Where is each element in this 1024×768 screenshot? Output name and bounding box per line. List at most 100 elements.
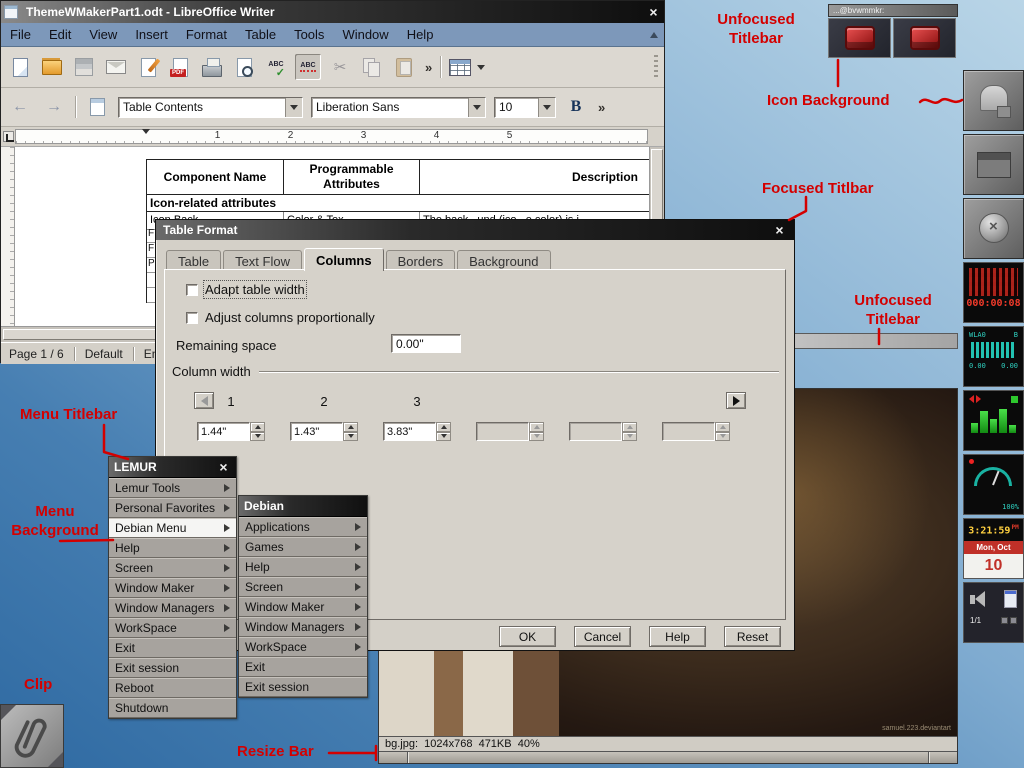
mini-window-titlebar[interactable]: ...@bvwmmkr: bbox=[828, 4, 958, 17]
save-icon[interactable] bbox=[71, 54, 97, 80]
mixer-buttons[interactable] bbox=[1001, 617, 1017, 624]
indent-marker[interactable] bbox=[142, 129, 150, 134]
spin-down-button[interactable] bbox=[529, 432, 544, 442]
page-preview-icon[interactable] bbox=[231, 54, 257, 80]
spinbox-value[interactable]: 3.83" bbox=[383, 422, 436, 441]
columns-tab[interactable]: Columns bbox=[304, 248, 384, 271]
table-menu[interactable]: Table bbox=[236, 23, 285, 47]
edit-menu[interactable]: Edit bbox=[40, 23, 80, 47]
window-managers-menu-item[interactable]: Window Managers bbox=[109, 598, 236, 618]
borders-tab[interactable]: Borders bbox=[386, 250, 456, 271]
insert-table-icon[interactable] bbox=[447, 54, 473, 80]
exit-session-menu-item[interactable]: Exit session bbox=[109, 658, 236, 678]
exit-session-menu-item[interactable]: Exit session bbox=[239, 677, 367, 697]
dock-mixer-applet[interactable]: 1/1 bbox=[963, 582, 1024, 643]
checkbox-label[interactable]: Adapt table width bbox=[205, 282, 305, 297]
adapt-table-width-checkbox[interactable] bbox=[186, 284, 198, 296]
spinbox-value[interactable] bbox=[662, 422, 715, 441]
font-name-combobox[interactable]: Liberation Sans bbox=[311, 97, 486, 118]
font-size-combobox[interactable]: 10 bbox=[494, 97, 556, 118]
lemur-menu-titlebar[interactable]: LEMUR bbox=[109, 457, 236, 478]
window-maker-menu-item[interactable]: Window Maker bbox=[239, 597, 367, 617]
toolbar-grip[interactable] bbox=[654, 55, 658, 79]
help-button[interactable]: Help bbox=[649, 626, 706, 647]
toolbar-overflow-icon[interactable]: » bbox=[596, 100, 607, 115]
spin-up-button[interactable] bbox=[529, 422, 544, 432]
spin-down-button[interactable] bbox=[343, 432, 358, 442]
close-icon[interactable] bbox=[772, 223, 787, 238]
spin-up-button[interactable] bbox=[622, 422, 637, 432]
file-menu[interactable]: File bbox=[1, 23, 40, 47]
spin-down-button[interactable] bbox=[715, 432, 730, 442]
column-width-spinbox[interactable]: 1.43" bbox=[290, 422, 358, 441]
desktop[interactable]: { "colors":{ "annotation_red":"#d40000",… bbox=[0, 0, 1024, 768]
back-icon[interactable] bbox=[7, 94, 33, 120]
scrollbar-thumb[interactable] bbox=[651, 149, 663, 221]
close-icon[interactable] bbox=[646, 5, 661, 20]
reset-button[interactable]: Reset bbox=[724, 626, 781, 647]
paragraph-style-combobox[interactable]: Table Contents bbox=[118, 97, 303, 118]
games-menu-item[interactable]: Games bbox=[239, 537, 367, 557]
spinbox-value[interactable]: 1.43" bbox=[290, 422, 343, 441]
edit-file-icon[interactable] bbox=[135, 54, 161, 80]
ok-button[interactable]: OK bbox=[499, 626, 556, 647]
column-width-spinbox[interactable]: 1.44" bbox=[197, 422, 265, 441]
workspace-clip[interactable] bbox=[0, 704, 64, 768]
open-icon[interactable] bbox=[39, 54, 65, 80]
format-menu[interactable]: Format bbox=[177, 23, 236, 47]
tools-menu[interactable]: Tools bbox=[285, 23, 333, 47]
column-width-spinbox[interactable] bbox=[569, 422, 637, 441]
dock-network-applet[interactable] bbox=[963, 390, 1024, 451]
scroll-columns-right-button[interactable] bbox=[726, 392, 746, 409]
dock-icon-tile-2[interactable] bbox=[963, 134, 1024, 195]
dock-wireless-applet[interactable]: WLA0 B 0.00 0.00 bbox=[963, 326, 1024, 387]
column-width-spinbox[interactable]: 3.83" bbox=[383, 422, 451, 441]
window-maker-menu-item[interactable]: Window Maker bbox=[109, 578, 236, 598]
personal-favorites-menu-item[interactable]: Personal Favorites bbox=[109, 498, 236, 518]
dropdown-arrow-icon[interactable] bbox=[477, 65, 485, 70]
spellcheck-icon[interactable] bbox=[263, 54, 289, 80]
forward-icon[interactable] bbox=[41, 94, 67, 120]
column-width-spinbox[interactable] bbox=[476, 422, 544, 441]
help-menu-item[interactable]: Help bbox=[239, 557, 367, 577]
close-icon[interactable] bbox=[216, 460, 231, 475]
adjust-columns-checkbox[interactable] bbox=[186, 312, 198, 324]
window-managers-menu-item[interactable]: Window Managers bbox=[239, 617, 367, 637]
menubar-collapse-icon[interactable] bbox=[650, 32, 658, 38]
copy-icon[interactable] bbox=[359, 54, 385, 80]
toolbar-overflow-icon[interactable]: » bbox=[423, 60, 434, 75]
bold-button[interactable]: B bbox=[564, 95, 588, 119]
dock-icon-tile-1[interactable] bbox=[963, 70, 1024, 131]
column-width-spinbox[interactable] bbox=[662, 422, 730, 441]
help-menu[interactable]: Help bbox=[398, 23, 443, 47]
spinbox-value[interactable]: 1.44" bbox=[197, 422, 250, 441]
app-icon[interactable] bbox=[828, 18, 891, 58]
dropdown-arrow-icon[interactable] bbox=[285, 98, 302, 117]
remaining-space-field[interactable]: 0.00" bbox=[391, 334, 461, 353]
debian-menu-menu-item[interactable]: Debian Menu bbox=[109, 518, 236, 538]
email-icon[interactable] bbox=[103, 54, 129, 80]
page-indicator[interactable]: Page 1 / 6 bbox=[9, 347, 64, 361]
cancel-button[interactable]: Cancel bbox=[574, 626, 631, 647]
app-icon[interactable] bbox=[893, 18, 956, 58]
exit-menu-item[interactable]: Exit bbox=[109, 638, 236, 658]
tab-type-selector[interactable] bbox=[3, 131, 14, 142]
apply-style-icon[interactable] bbox=[84, 94, 110, 120]
workspace-menu-item[interactable]: WorkSpace bbox=[109, 618, 236, 638]
debian-menu-titlebar[interactable]: Debian bbox=[239, 496, 367, 517]
spinbox-value[interactable] bbox=[476, 422, 529, 441]
window-menu[interactable]: Window bbox=[333, 23, 397, 47]
page-style-indicator[interactable]: Default bbox=[85, 347, 123, 361]
reboot-menu-item[interactable]: Reboot bbox=[109, 678, 236, 698]
text-flow-tab[interactable]: Text Flow bbox=[223, 250, 302, 271]
print-icon[interactable] bbox=[199, 54, 225, 80]
lemur-tools-menu-item[interactable]: Lemur Tools bbox=[109, 478, 236, 498]
dock-gauge-applet[interactable]: 100% bbox=[963, 454, 1024, 515]
mini-window[interactable]: ...@bvwmmkr: bbox=[828, 4, 958, 58]
dialog-titlebar[interactable]: Table Format bbox=[156, 220, 794, 240]
workspace-menu-item[interactable]: WorkSpace bbox=[239, 637, 367, 657]
screen-menu-item[interactable]: Screen bbox=[239, 577, 367, 597]
insert-menu[interactable]: Insert bbox=[126, 23, 177, 47]
dock-clock-applet[interactable]: 3:21:59PM Mon, Oct 10 bbox=[963, 518, 1024, 579]
spinbox-value[interactable] bbox=[569, 422, 622, 441]
